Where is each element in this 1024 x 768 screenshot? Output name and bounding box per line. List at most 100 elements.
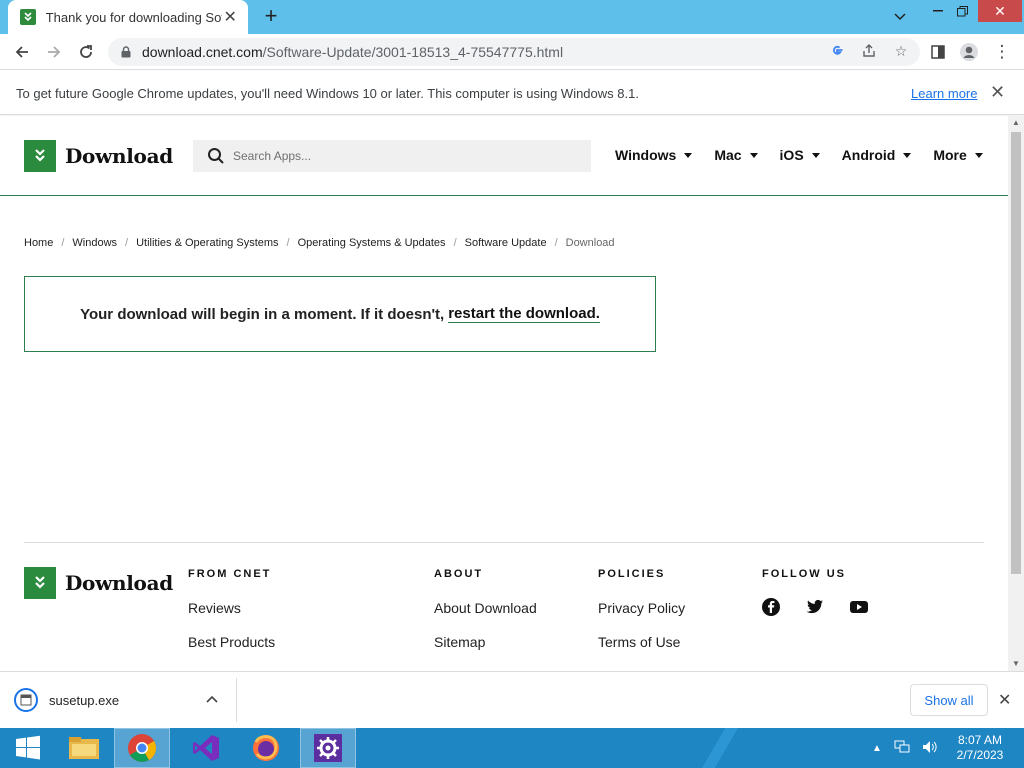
tab-strip: Thank you for downloading Softw ✕ + ✕ bbox=[0, 0, 1024, 34]
footer-heading: POLICIES bbox=[598, 568, 666, 580]
show-all-button[interactable]: Show all bbox=[910, 684, 988, 716]
chevron-down-icon bbox=[974, 152, 983, 158]
footer-col-about: ABOUT About Download Sitemap bbox=[434, 568, 537, 650]
chrome-taskbar-icon[interactable] bbox=[114, 728, 170, 768]
tray-expand-icon[interactable]: ▲ bbox=[872, 743, 882, 754]
profile-avatar-icon[interactable] bbox=[957, 40, 981, 64]
nav-more[interactable]: More bbox=[933, 147, 983, 163]
breadcrumb-utilities[interactable]: Utilities & Operating Systems bbox=[136, 237, 278, 249]
scroll-up-arrow-icon[interactable]: ▲ bbox=[1008, 116, 1024, 130]
clock-time: 8:07 AM bbox=[957, 733, 1003, 747]
tab-close-icon[interactable]: ✕ bbox=[222, 7, 238, 27]
footer-logo-text: Download bbox=[65, 571, 173, 595]
system-tray: ▲ bbox=[872, 740, 938, 757]
footer-link-best-products[interactable]: Best Products bbox=[188, 634, 275, 650]
menu-kebab-icon[interactable]: ⋮ bbox=[990, 40, 1014, 64]
tab-search-icon[interactable] bbox=[886, 6, 914, 28]
facebook-icon[interactable] bbox=[762, 598, 780, 616]
settings-gear-icon[interactable] bbox=[300, 728, 356, 768]
footer-heading: FROM CNET bbox=[188, 568, 272, 580]
youtube-icon[interactable] bbox=[850, 598, 868, 616]
breadcrumb: Home / Windows / Utilities & Operating Sys… bbox=[24, 237, 615, 249]
download-notice: Your download will begin in a moment. If… bbox=[24, 276, 656, 352]
close-window-button[interactable]: ✕ bbox=[978, 0, 1022, 22]
download-item[interactable]: susetup.exe bbox=[14, 688, 119, 712]
search-icon bbox=[208, 148, 224, 164]
bookmark-star-icon[interactable]: ☆ bbox=[892, 42, 910, 60]
visual-studio-icon[interactable] bbox=[178, 728, 234, 768]
nav-android[interactable]: Android bbox=[842, 147, 912, 163]
search-placeholder: Search Apps... bbox=[233, 149, 312, 163]
lock-icon[interactable] bbox=[120, 45, 132, 59]
download-logo-icon bbox=[24, 140, 56, 172]
learn-more-link[interactable]: Learn more bbox=[911, 86, 977, 101]
google-lens-icon[interactable] bbox=[828, 42, 846, 60]
chevron-up-icon[interactable] bbox=[206, 692, 218, 706]
page-scrollbar[interactable]: ▲ ▼ bbox=[1008, 116, 1024, 671]
footer-link-terms[interactable]: Terms of Use bbox=[598, 634, 685, 650]
reload-icon[interactable] bbox=[74, 40, 98, 64]
file-explorer-icon[interactable] bbox=[56, 728, 112, 768]
restore-button[interactable] bbox=[950, 0, 974, 22]
address-bar[interactable]: download.cnet.com/Software-Update/3001-1… bbox=[108, 38, 920, 66]
twitter-icon[interactable] bbox=[806, 598, 824, 616]
site-header: Download Search Apps... Windows Mac iOS … bbox=[0, 116, 1008, 196]
firefox-icon[interactable] bbox=[238, 728, 294, 768]
shelf-close-icon[interactable]: ✕ bbox=[998, 690, 1011, 710]
chevron-down-icon bbox=[684, 152, 693, 158]
chevron-down-icon bbox=[903, 152, 912, 158]
scroll-thumb[interactable] bbox=[1011, 132, 1021, 574]
infobar-message: To get future Google Chrome updates, you… bbox=[16, 86, 639, 101]
network-icon[interactable] bbox=[894, 740, 910, 757]
nav-windows[interactable]: Windows bbox=[615, 147, 693, 163]
update-infobar: To get future Google Chrome updates, you… bbox=[0, 71, 1024, 115]
download-shelf: susetup.exe Show all ✕ bbox=[0, 671, 1024, 728]
share-icon[interactable] bbox=[860, 42, 878, 60]
logo-text: Download bbox=[65, 144, 173, 168]
notice-text: Your download will begin in a moment. If… bbox=[80, 305, 445, 323]
footer-link-sitemap[interactable]: Sitemap bbox=[434, 634, 537, 650]
scroll-down-arrow-icon[interactable]: ▼ bbox=[1008, 657, 1024, 671]
browser-tab[interactable]: Thank you for downloading Softw ✕ bbox=[8, 0, 248, 34]
clock-date: 2/7/2023 bbox=[956, 748, 1004, 762]
main-nav: Windows Mac iOS Android More bbox=[615, 147, 983, 163]
search-input[interactable]: Search Apps... bbox=[193, 140, 591, 172]
footer-col-policies: POLICIES Privacy Policy Terms of Use bbox=[598, 568, 685, 650]
download-logo-icon bbox=[24, 567, 56, 599]
exe-file-icon bbox=[14, 688, 38, 712]
footer-col-follow: FOLLOW US bbox=[762, 568, 868, 616]
url-text: download.cnet.com/Software-Update/3001-1… bbox=[142, 44, 563, 60]
download-filename: susetup.exe bbox=[49, 692, 120, 708]
page-viewport: Download Search Apps... Windows Mac iOS … bbox=[0, 116, 1024, 671]
site-logo[interactable]: Download bbox=[24, 140, 173, 172]
taskbar-clock[interactable]: 8:07 AM 2/7/2023 bbox=[948, 733, 1012, 763]
tab-title: Thank you for downloading Softw bbox=[45, 9, 223, 25]
back-arrow-icon[interactable] bbox=[10, 40, 34, 64]
forward-arrow-icon[interactable] bbox=[42, 40, 66, 64]
url-host: download.cnet.com bbox=[142, 44, 263, 60]
browser-toolbar: download.cnet.com/Software-Update/3001-1… bbox=[0, 34, 1024, 70]
side-panel-icon[interactable] bbox=[926, 40, 950, 64]
breadcrumb-os-updates[interactable]: Operating Systems & Updates bbox=[298, 237, 446, 249]
social-links bbox=[762, 598, 868, 616]
footer-link-about-download[interactable]: About Download bbox=[434, 600, 537, 616]
footer-heading: ABOUT bbox=[434, 568, 484, 580]
minimize-button[interactable] bbox=[926, 0, 950, 22]
infobar-close-icon[interactable]: ✕ bbox=[990, 82, 1005, 103]
new-tab-button[interactable]: + bbox=[258, 4, 284, 30]
footer-divider bbox=[24, 542, 984, 543]
footer-col-from-cnet: FROM CNET Reviews Best Products bbox=[188, 568, 275, 650]
url-path: /Software-Update/3001-18513_4-75547775.h… bbox=[262, 44, 564, 60]
volume-icon[interactable] bbox=[922, 740, 938, 757]
start-button-icon[interactable] bbox=[0, 728, 56, 768]
breadcrumb-software-update[interactable]: Software Update bbox=[465, 237, 547, 249]
footer-logo[interactable]: Download bbox=[24, 567, 173, 599]
breadcrumb-home[interactable]: Home bbox=[24, 237, 53, 249]
footer-heading: FOLLOW US bbox=[762, 568, 846, 580]
footer-link-privacy[interactable]: Privacy Policy bbox=[598, 600, 685, 616]
footer-link-reviews[interactable]: Reviews bbox=[188, 600, 275, 616]
restart-download-link[interactable]: restart the download. bbox=[448, 305, 600, 323]
nav-mac[interactable]: Mac bbox=[714, 147, 758, 163]
breadcrumb-windows[interactable]: Windows bbox=[72, 237, 117, 249]
nav-ios[interactable]: iOS bbox=[780, 147, 820, 163]
